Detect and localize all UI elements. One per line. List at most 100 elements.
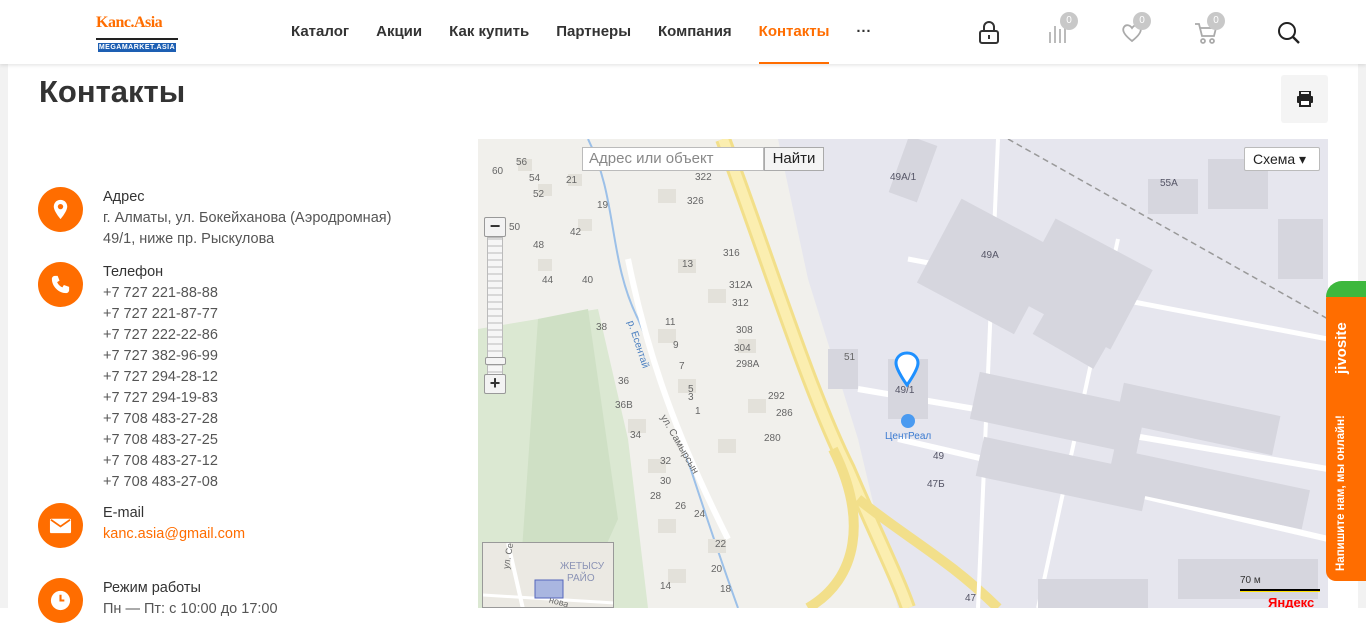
hours-value: Пн — Пт: с 10:00 до 17:00 bbox=[103, 601, 278, 617]
phone-label: Телефон bbox=[103, 264, 164, 280]
page-title: Контакты bbox=[39, 74, 186, 109]
email-link[interactable]: kanc.asia@gmail.com bbox=[103, 526, 245, 542]
map-label: 47Б bbox=[927, 479, 945, 490]
map-label: 44 bbox=[542, 275, 554, 286]
zoom-in-button[interactable]: + bbox=[484, 374, 506, 394]
nav-item-more[interactable]: ··· bbox=[856, 0, 871, 64]
map-label: 280 bbox=[764, 433, 781, 444]
map-label: 54 bbox=[529, 173, 541, 184]
email-label: E-mail bbox=[103, 505, 145, 521]
nav-item-promotions[interactable]: Акции bbox=[376, 0, 422, 64]
nav-item-company[interactable]: Компания bbox=[658, 0, 732, 64]
map-provider-logo[interactable]: Яндекс bbox=[1268, 595, 1314, 608]
logo-subtitle: MEGAMARKET.ASIA bbox=[98, 43, 176, 52]
map-type-select[interactable]: Схема ▾ bbox=[1244, 147, 1320, 171]
map-label: 308 bbox=[736, 325, 753, 336]
map-label: 60 bbox=[492, 166, 504, 177]
poi-label[interactable]: ЦентРеал bbox=[885, 431, 931, 442]
phone-icon-circle bbox=[38, 262, 83, 307]
map-label: 1 bbox=[695, 406, 701, 417]
map-label: 51 bbox=[844, 352, 856, 363]
chat-widget-tab[interactable]: jivosite Напишите нам, мы онлайн! bbox=[1326, 281, 1366, 581]
map-zoom-control: − + bbox=[484, 215, 508, 397]
map-label: 20 bbox=[711, 564, 723, 575]
yandex-map[interactable]: 56 54 52 60 21 19 23 42 50 48 44 40 38 3… bbox=[478, 139, 1328, 608]
hours-text: Режим работы Пн — Пт: с 10:00 до 17:00 bbox=[103, 578, 278, 620]
map-label: 326 bbox=[687, 196, 704, 207]
map-search-button[interactable]: Найти bbox=[764, 147, 824, 171]
site-logo[interactable]: Kanc.Asia MEGAMARKET.ASIA bbox=[96, 14, 182, 54]
map-label: 36В bbox=[615, 400, 633, 411]
site-header: Kanc.Asia MEGAMARKET.ASIA Каталог Акции … bbox=[0, 0, 1366, 64]
address-line-1: г. Алматы, ул. Бокейханова (Аэродромная) bbox=[103, 210, 392, 226]
map-label: 11 bbox=[665, 317, 676, 328]
compare-count-badge: 0 bbox=[1060, 12, 1078, 30]
map-label: 22 bbox=[715, 539, 727, 550]
email-text: E-mail kanc.asia@gmail.com bbox=[103, 503, 245, 545]
map-label: 9 bbox=[673, 340, 679, 351]
map-label: 38 bbox=[596, 322, 608, 333]
phone-number[interactable]: +7 708 483-27-12 bbox=[103, 451, 218, 472]
phone-number[interactable]: +7 727 222-22-86 bbox=[103, 325, 218, 346]
compare-button[interactable]: 0 bbox=[1046, 12, 1078, 46]
map-label: 298А bbox=[736, 359, 760, 370]
map-label: 13 bbox=[682, 259, 694, 270]
map-label: 56 bbox=[516, 157, 528, 168]
nav-item-contacts[interactable]: Контакты bbox=[758, 0, 829, 64]
marker-label: 49/1 bbox=[895, 385, 915, 396]
nav-item-how-to-buy[interactable]: Как купить bbox=[449, 0, 529, 64]
logo-text: Kanc.Asia bbox=[96, 14, 163, 31]
hours-label: Режим работы bbox=[103, 580, 201, 596]
nav-item-partners[interactable]: Партнеры bbox=[556, 0, 631, 64]
address-line-2: 49/1, ниже пр. Рыскулова bbox=[103, 231, 275, 247]
favorites-count-badge: 0 bbox=[1133, 12, 1151, 30]
map-label: 50 bbox=[509, 222, 521, 233]
search-button[interactable] bbox=[1276, 20, 1302, 46]
print-icon bbox=[1297, 91, 1313, 107]
zoom-slider-thumb[interactable] bbox=[485, 357, 506, 365]
minimap-label: РАЙО bbox=[567, 573, 595, 584]
address-label: Адрес bbox=[103, 189, 145, 205]
phone-number[interactable]: +7 708 483-27-28 bbox=[103, 409, 218, 430]
map-scale-label: 70 м bbox=[1240, 575, 1261, 586]
map-label: 316 bbox=[723, 248, 740, 259]
location-marker-icon[interactable] bbox=[894, 351, 924, 389]
zoom-slider-track[interactable] bbox=[487, 237, 503, 377]
envelope-icon bbox=[49, 518, 72, 534]
phone-number[interactable]: +7 708 483-27-25 bbox=[103, 430, 218, 451]
zoom-out-button[interactable]: − bbox=[484, 217, 506, 237]
nav-item-catalog[interactable]: Каталог bbox=[291, 0, 349, 64]
map-minimap[interactable]: ЖЕТЫСУ РАЙО ул. Се нова bbox=[482, 542, 614, 608]
map-label: 292 bbox=[768, 391, 785, 402]
logo-bar bbox=[96, 38, 178, 40]
map-label: 42 bbox=[570, 227, 582, 238]
map-label: 14 bbox=[660, 581, 672, 592]
phone-icon bbox=[51, 275, 70, 294]
phone-number[interactable]: +7 727 221-88-88 bbox=[103, 283, 218, 304]
hours-icon-circle bbox=[38, 578, 83, 623]
login-button[interactable] bbox=[976, 20, 1002, 46]
map-label: 48 bbox=[533, 240, 545, 251]
map-label: 30 bbox=[660, 476, 672, 487]
print-button[interactable] bbox=[1281, 75, 1328, 123]
map-label: 286 bbox=[776, 408, 793, 419]
clock-icon bbox=[50, 590, 71, 611]
map-label: 49А/1 bbox=[890, 172, 917, 183]
cart-button[interactable]: 0 bbox=[1193, 12, 1225, 46]
phone-number[interactable]: +7 727 294-28-12 bbox=[103, 367, 218, 388]
map-label: 304 bbox=[734, 343, 751, 354]
map-label: 49 bbox=[933, 451, 945, 462]
phone-number[interactable]: +7 727 294-19-83 bbox=[103, 388, 218, 409]
map-label: 312 bbox=[732, 298, 749, 309]
phone-number[interactable]: +7 727 382-96-99 bbox=[103, 346, 218, 367]
map-label: 28 bbox=[650, 491, 662, 502]
map-label: 49А bbox=[981, 250, 999, 261]
phone-number[interactable]: +7 727 221-87-77 bbox=[103, 304, 218, 325]
map-label: 55А bbox=[1160, 178, 1178, 189]
map-label: 322 bbox=[695, 172, 712, 183]
phone-number[interactable]: +7 708 483-27-08 bbox=[103, 472, 218, 493]
map-label: 7 bbox=[679, 361, 685, 372]
phone-text: Телефон +7 727 221-88-88 +7 727 221-87-7… bbox=[103, 262, 218, 493]
map-search-input[interactable]: Адрес или объект bbox=[582, 147, 764, 171]
favorites-button[interactable]: 0 bbox=[1119, 12, 1151, 46]
